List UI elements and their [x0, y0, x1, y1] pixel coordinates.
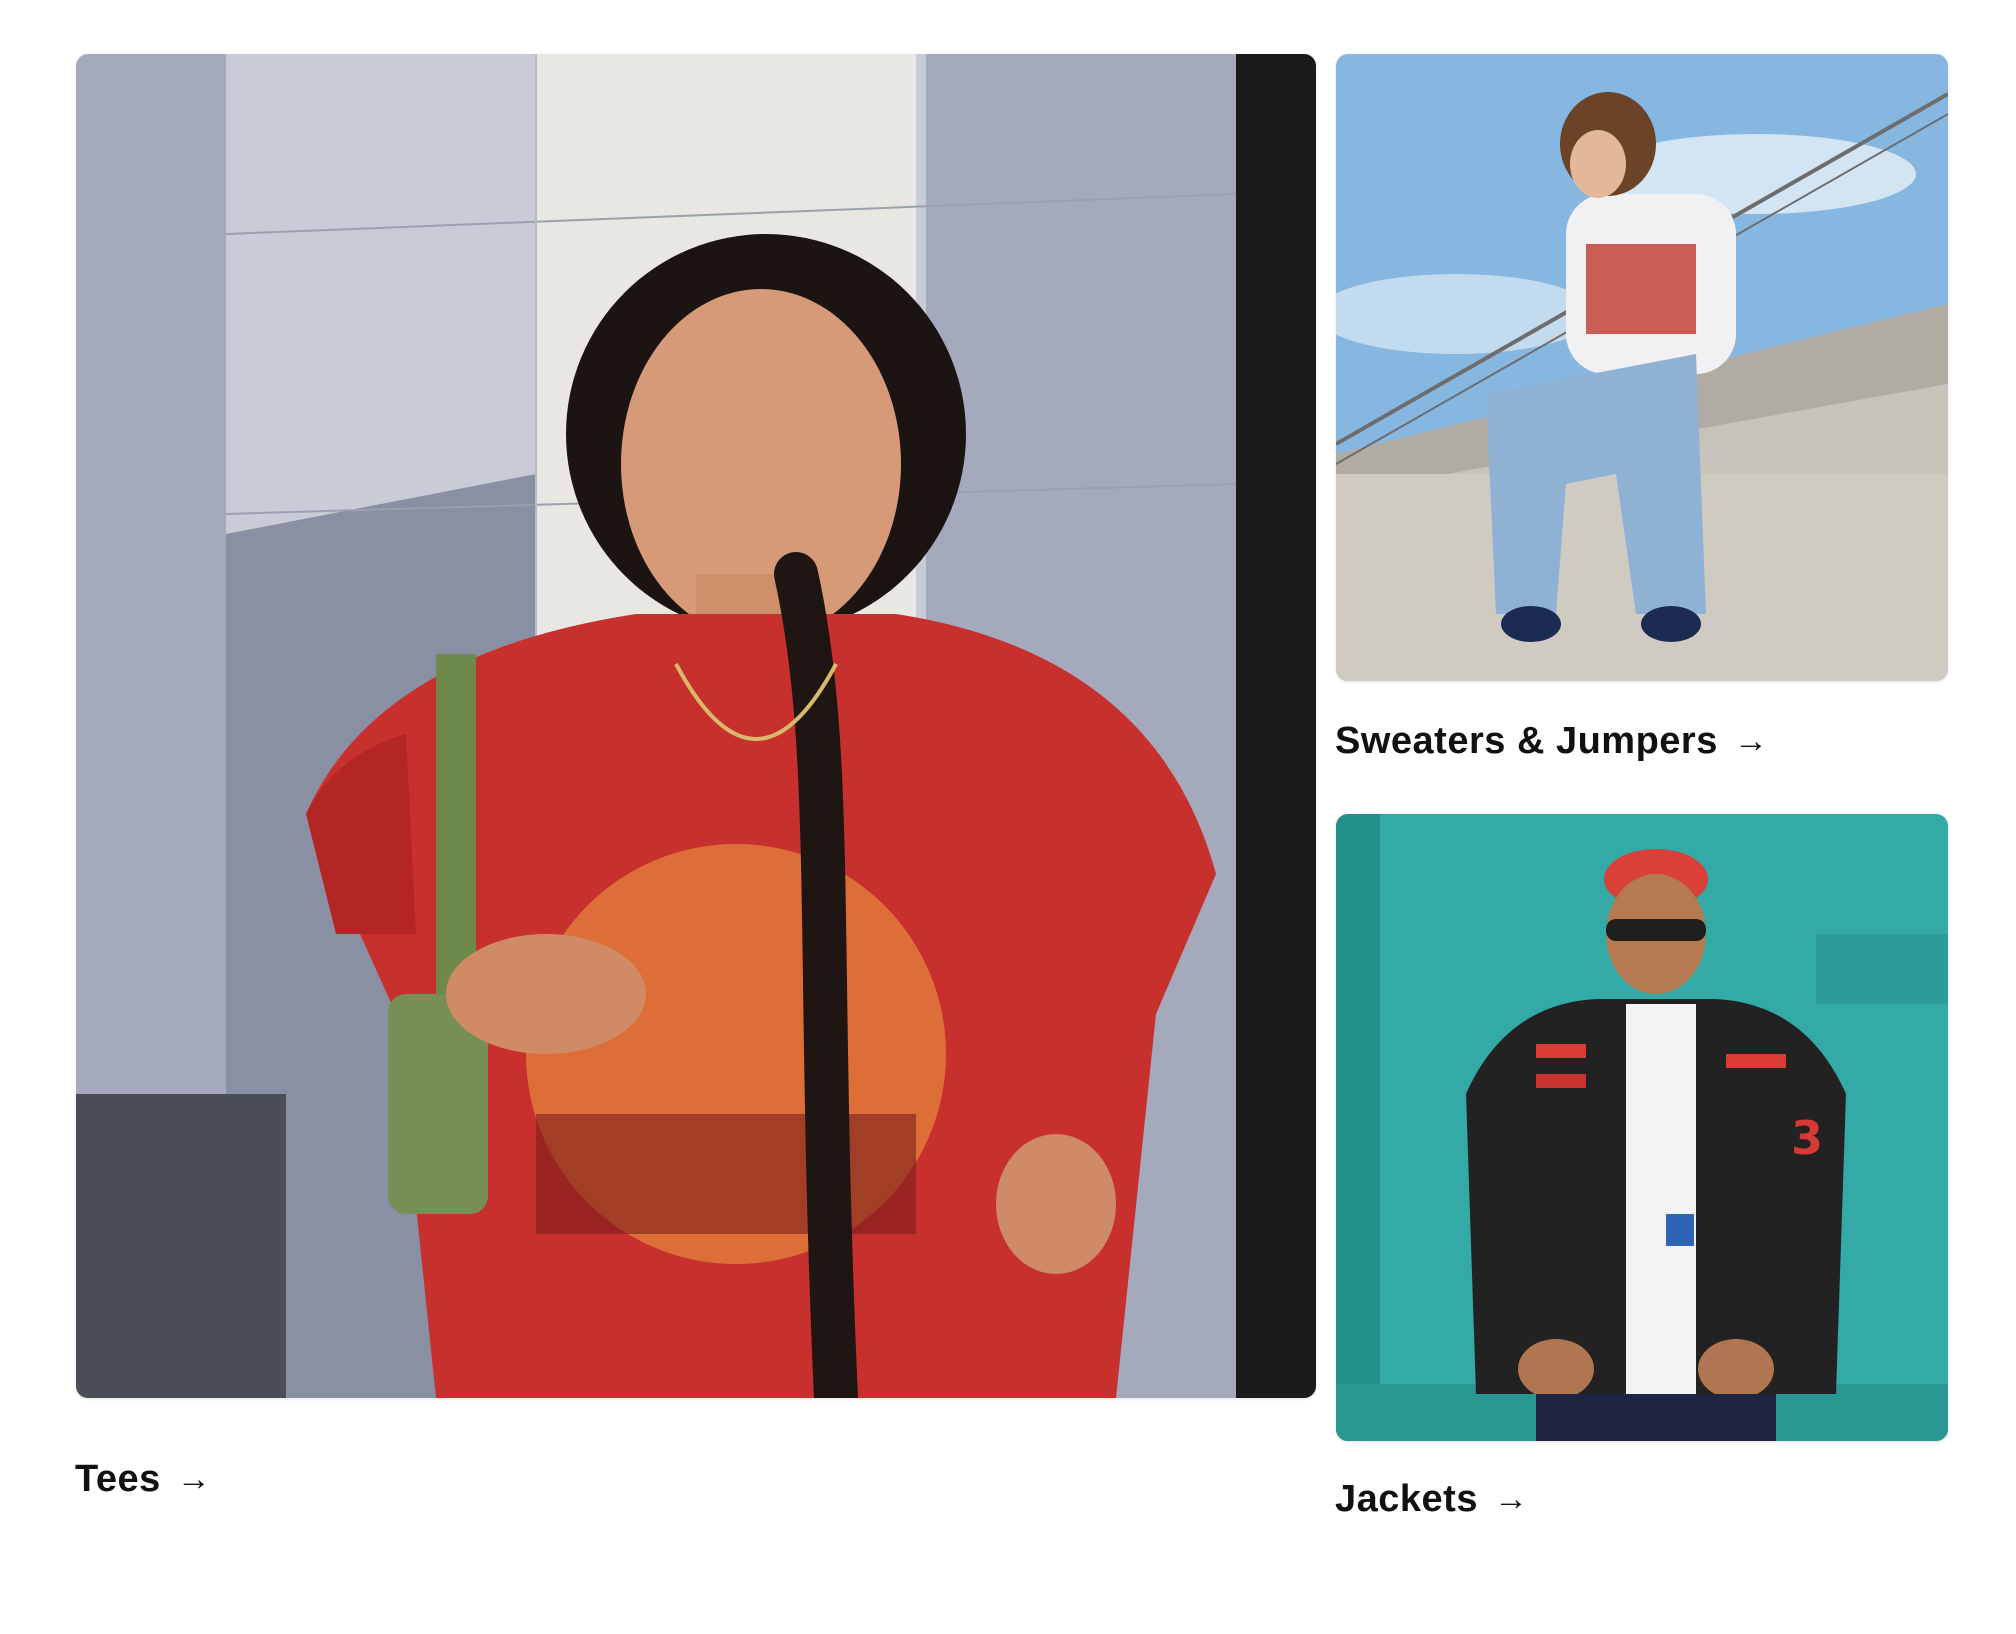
jackets-caption[interactable]: Jackets → [1335, 1478, 1528, 1521]
category-card-sweaters-jumpers[interactable]: Sweaters & Jumpers → [1335, 54, 1948, 774]
category-card-tees[interactable]: Tees → [75, 54, 1316, 1500]
jackets-label: Jackets [1335, 1478, 1478, 1520]
tees-category-image[interactable] [76, 54, 1316, 1398]
sweaters-photo-illustration [1336, 54, 1948, 681]
sweaters-jumpers-category-image[interactable] [1336, 54, 1948, 681]
tees-photo-illustration [76, 54, 1316, 1398]
category-card-jackets[interactable]: 3 Jackets → [1335, 814, 1948, 1534]
tees-label: Tees [75, 1458, 161, 1500]
arrow-right-icon: → [1733, 722, 1769, 760]
arrow-right-icon: → [176, 1460, 212, 1498]
sweaters-jumpers-label: Sweaters & Jumpers [1335, 720, 1718, 762]
tees-caption[interactable]: Tees → [75, 1458, 211, 1501]
jackets-photo-illustration: 3 [1336, 814, 1948, 1441]
sweaters-jumpers-caption[interactable]: Sweaters & Jumpers → [1335, 720, 1768, 763]
jackets-category-image[interactable]: 3 [1336, 814, 1948, 1441]
arrow-right-icon: → [1493, 1480, 1529, 1518]
svg-text:3: 3 [1791, 1111, 1823, 1165]
